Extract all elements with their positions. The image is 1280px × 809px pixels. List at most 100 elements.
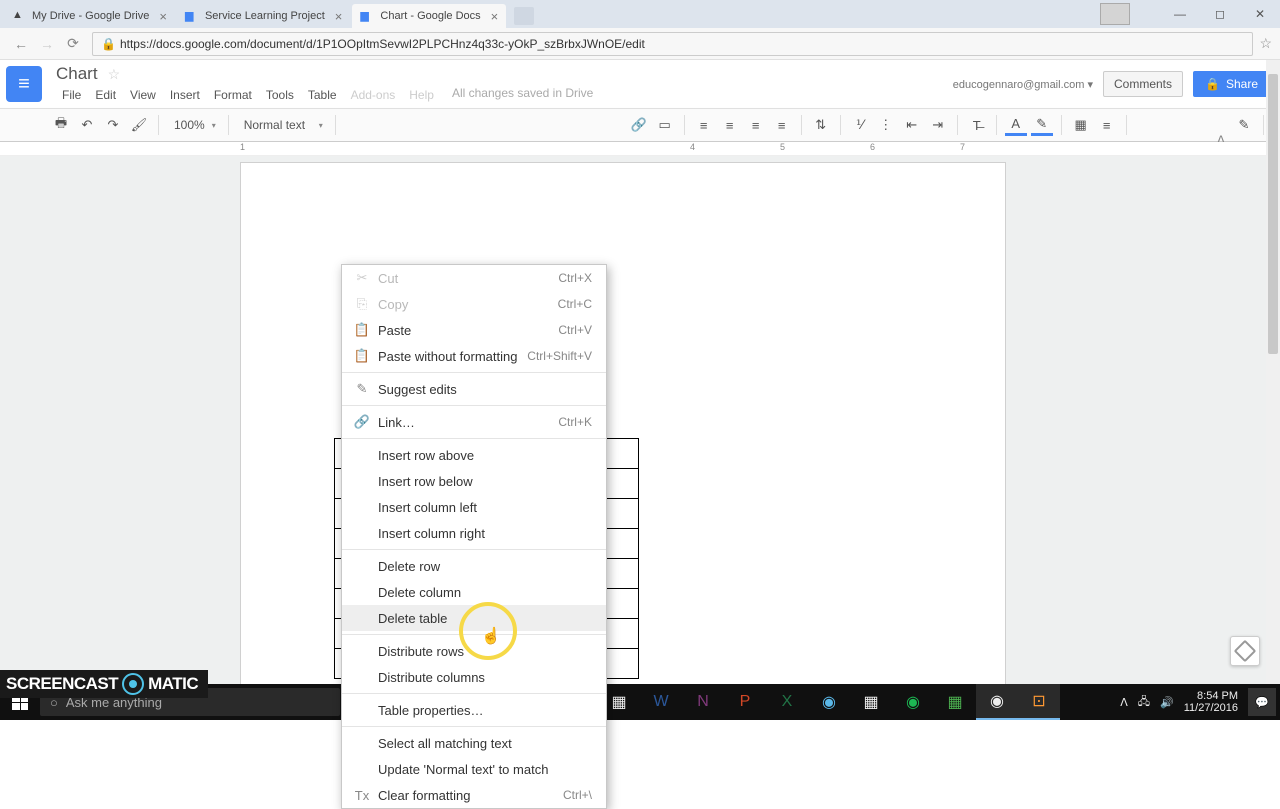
minimize-button[interactable]: — bbox=[1160, 0, 1200, 28]
increase-indent-button[interactable]: ⇥ bbox=[927, 114, 949, 136]
tray-clock[interactable]: 8:54 PM 11/27/2016 bbox=[1184, 690, 1238, 714]
context-menu-item[interactable]: Insert row above bbox=[342, 442, 606, 468]
forward-button[interactable]: → bbox=[36, 33, 58, 55]
browser-tab[interactable]: ▆ Chart - Google Docs × bbox=[352, 4, 506, 28]
context-menu-item[interactable]: Insert column right bbox=[342, 520, 606, 546]
menu-item-label: Distribute columns bbox=[374, 670, 592, 685]
taskbar-app[interactable]: ◉ bbox=[808, 684, 850, 720]
comments-button[interactable]: Comments bbox=[1103, 71, 1183, 97]
align-justify-button[interactable]: ≡ bbox=[771, 114, 793, 136]
editing-mode-button[interactable]: ✎ bbox=[1233, 114, 1255, 136]
taskbar-app[interactable]: ▦ bbox=[850, 684, 892, 720]
context-menu-item[interactable]: Delete column bbox=[342, 579, 606, 605]
reload-button[interactable]: ⟳ bbox=[62, 33, 84, 55]
menu-addons[interactable]: Add-ons bbox=[345, 86, 402, 104]
close-button[interactable]: ✕ bbox=[1240, 0, 1280, 28]
action-center-button[interactable]: 💬 bbox=[1248, 688, 1276, 716]
docs-toolbar: 🖶 ↶ ↷ 🖌 100% Normal text 🔗 ▭ ≡ ≡ ≡ ≡ ⇅ ⅟… bbox=[0, 108, 1280, 142]
star-icon[interactable]: ☆ bbox=[108, 66, 121, 83]
menu-insert[interactable]: Insert bbox=[164, 86, 206, 104]
taskbar-spotify[interactable]: ◉ bbox=[892, 684, 934, 720]
menu-table[interactable]: Table bbox=[302, 86, 343, 104]
context-menu-item[interactable]: Insert row below bbox=[342, 468, 606, 494]
system-tray: ᐱ 🖧 🔊 8:54 PM 11/27/2016 💬 bbox=[1120, 688, 1280, 716]
context-menu-item[interactable]: Delete table bbox=[342, 605, 606, 631]
menu-tools[interactable]: Tools bbox=[260, 86, 300, 104]
cursor-icon: ☝ bbox=[481, 626, 501, 646]
vertical-scrollbar[interactable] bbox=[1266, 60, 1280, 684]
close-icon[interactable]: × bbox=[159, 9, 167, 24]
clear-formatting-button[interactable]: T̶ bbox=[966, 114, 988, 136]
bulleted-list-button[interactable]: ⋮ bbox=[875, 114, 897, 136]
redo-button[interactable]: ↷ bbox=[102, 114, 124, 136]
context-menu-item[interactable]: 📋PasteCtrl+V bbox=[342, 317, 606, 343]
print-button[interactable]: 🖶 bbox=[50, 114, 72, 136]
document-canvas[interactable]: aph/Page # Analysis/Notes ✂CutCtrl+X⎘Cop… bbox=[0, 156, 1280, 716]
context-menu-item[interactable]: Delete row bbox=[342, 553, 606, 579]
numbered-list-button[interactable]: ⅟ bbox=[849, 114, 871, 136]
style-select[interactable]: Normal text bbox=[237, 114, 327, 136]
highlight-color-button[interactable]: A bbox=[1005, 114, 1027, 136]
line-spacing-button[interactable]: ⇅ bbox=[810, 114, 832, 136]
menu-format[interactable]: Format bbox=[208, 86, 258, 104]
context-menu-item[interactable]: Select all matching text bbox=[342, 730, 606, 756]
user-email[interactable]: educogennaro@gmail.com ▾ bbox=[953, 78, 1093, 91]
bookmark-star-icon[interactable]: ☆ bbox=[1259, 35, 1272, 52]
taskbar-app[interactable]: ▦ bbox=[934, 684, 976, 720]
context-menu-item[interactable]: Distribute rows bbox=[342, 638, 606, 664]
taskbar-recorder[interactable]: ⊡ bbox=[1018, 684, 1060, 720]
menu-item-label: Paste bbox=[374, 323, 558, 338]
menu-separator bbox=[342, 438, 606, 439]
decrease-indent-button[interactable]: ⇤ bbox=[901, 114, 923, 136]
url-input[interactable]: 🔒 https://docs.google.com/document/d/1P1… bbox=[92, 32, 1253, 56]
undo-button[interactable]: ↶ bbox=[76, 114, 98, 136]
scrollbar-thumb[interactable] bbox=[1268, 74, 1278, 354]
taskbar-excel[interactable]: X bbox=[766, 684, 808, 720]
context-menu-item[interactable]: 🔗Link…Ctrl+K bbox=[342, 409, 606, 435]
context-menu-item[interactable]: Table properties… bbox=[342, 697, 606, 723]
tab-label: Service Learning Project bbox=[205, 10, 325, 22]
share-button[interactable]: 🔒 Share bbox=[1193, 71, 1270, 97]
close-icon[interactable]: × bbox=[491, 9, 499, 24]
back-button[interactable]: ← bbox=[10, 33, 32, 55]
menu-view[interactable]: View bbox=[124, 86, 162, 104]
context-menu-item[interactable]: 📋Paste without formattingCtrl+Shift+V bbox=[342, 343, 606, 369]
ruler[interactable]: 1 4 5 6 7 bbox=[0, 142, 1280, 156]
new-tab-button[interactable] bbox=[514, 7, 534, 25]
taskbar-onenote[interactable]: N bbox=[682, 684, 724, 720]
maximize-button[interactable]: ◻ bbox=[1200, 0, 1240, 28]
context-menu-item[interactable]: Update 'Normal text' to match bbox=[342, 756, 606, 782]
menu-edit[interactable]: Edit bbox=[89, 86, 122, 104]
menu-file[interactable]: File bbox=[56, 86, 87, 104]
borders-button[interactable]: ▦ bbox=[1070, 114, 1092, 136]
tray-volume-icon[interactable]: 🔊 bbox=[1160, 696, 1174, 709]
text-color-button[interactable]: ✎ bbox=[1031, 114, 1053, 136]
context-menu-item[interactable]: TхClear formattingCtrl+\ bbox=[342, 782, 606, 808]
context-menu-item[interactable]: Distribute columns bbox=[342, 664, 606, 690]
menu-item-icon: 🔗 bbox=[350, 414, 374, 430]
tray-network-icon[interactable]: 🖧 bbox=[1138, 693, 1150, 712]
taskbar-word[interactable]: W bbox=[640, 684, 682, 720]
paint-format-button[interactable]: 🖌 bbox=[128, 114, 150, 136]
align-left-button[interactable]: ≡ bbox=[693, 114, 715, 136]
align-right-button[interactable]: ≡ bbox=[745, 114, 767, 136]
explore-button[interactable] bbox=[1230, 636, 1260, 666]
tray-chevron-icon[interactable]: ᐱ bbox=[1120, 696, 1128, 709]
document-title[interactable]: Chart bbox=[56, 64, 98, 84]
chrome-profile-button[interactable] bbox=[1100, 3, 1130, 25]
context-menu-item[interactable]: ✎Suggest edits bbox=[342, 376, 606, 402]
border-width-button[interactable]: ≡ bbox=[1096, 114, 1118, 136]
taskbar-chrome[interactable]: ◉ bbox=[976, 684, 1018, 720]
add-comment-button[interactable]: ▭ bbox=[654, 114, 676, 136]
close-icon[interactable]: × bbox=[335, 9, 343, 24]
align-center-button[interactable]: ≡ bbox=[719, 114, 741, 136]
browser-tab[interactable]: ▲ My Drive - Google Drive × bbox=[4, 4, 175, 28]
browser-tab[interactable]: ▆ Service Learning Project × bbox=[177, 4, 350, 28]
menu-item-label: Delete row bbox=[374, 559, 592, 574]
context-menu-item[interactable]: Insert column left bbox=[342, 494, 606, 520]
insert-link-button[interactable]: 🔗 bbox=[628, 114, 650, 136]
zoom-select[interactable]: 100% bbox=[167, 114, 220, 136]
taskbar-powerpoint[interactable]: P bbox=[724, 684, 766, 720]
menu-help[interactable]: Help bbox=[403, 86, 440, 104]
docs-home-button[interactable]: ≡ bbox=[6, 66, 42, 102]
